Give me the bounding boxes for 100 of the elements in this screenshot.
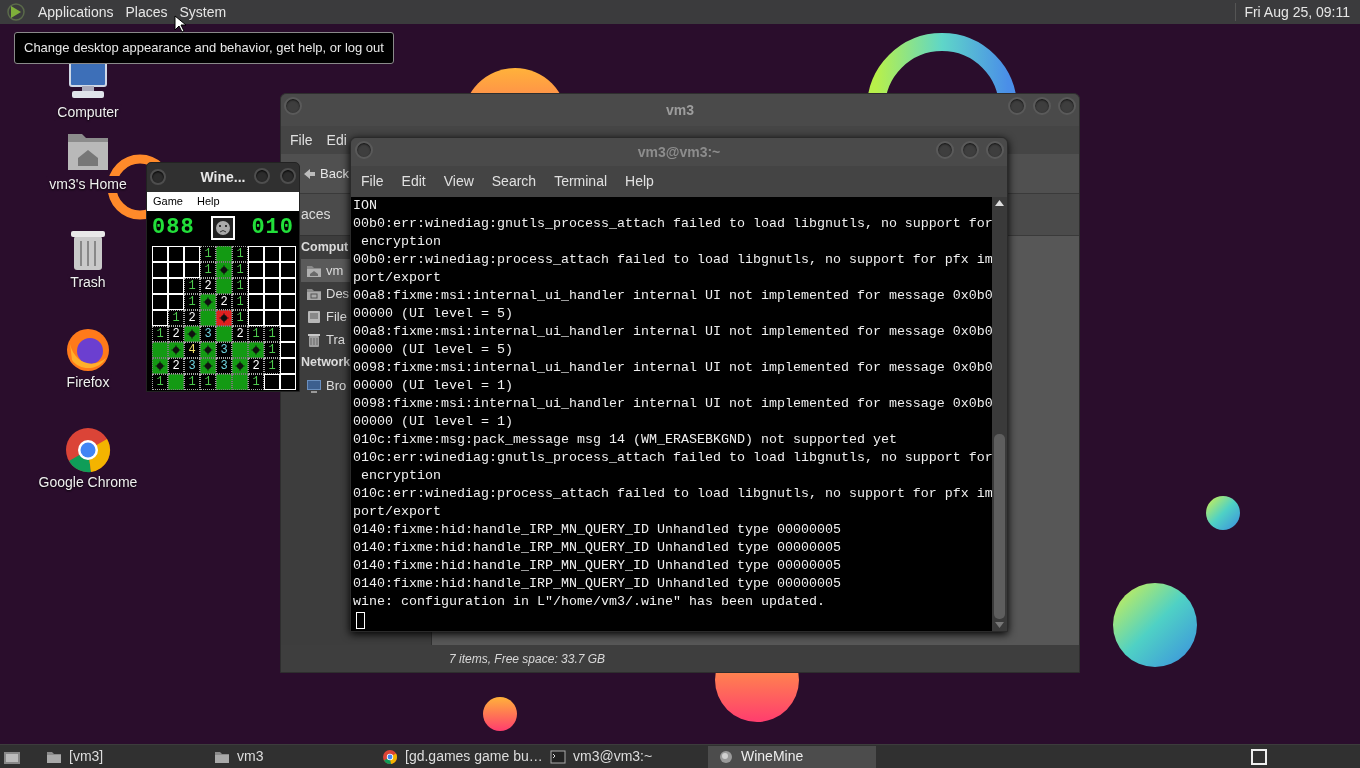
menu-item[interactable]: Edit — [397, 171, 430, 192]
covered-cell[interactable] — [264, 278, 280, 294]
number-cell: 1 — [264, 326, 280, 342]
number-cell: 1 — [264, 342, 280, 358]
covered-cell[interactable] — [152, 294, 168, 310]
panel-clock: Fri Aug 25, 09:11 — [1244, 2, 1350, 22]
menu-item[interactable]: Search — [487, 171, 541, 192]
scroll-down-arrow-icon[interactable] — [995, 622, 1004, 628]
scroll-up-arrow-icon[interactable] — [995, 200, 1004, 206]
terminal-line: 010c:err:winediag:process_attach failed to load libgnutls, no support for pfx im — [353, 485, 992, 503]
fox-globe-icon[interactable] — [64, 326, 112, 374]
covered-cell[interactable] — [152, 310, 168, 326]
covered-cell[interactable] — [152, 278, 168, 294]
terminal-line: ION — [353, 197, 378, 215]
covered-cell[interactable] — [280, 278, 296, 294]
menu-item[interactable]: Game — [153, 193, 183, 210]
scrollbar-thumb[interactable] — [994, 434, 1005, 619]
sidebar-item[interactable]: File — [301, 305, 350, 328]
covered-cell[interactable] — [152, 262, 168, 278]
number-cell: 3 — [216, 342, 232, 358]
panel-menu[interactable]: System — [175, 2, 231, 22]
sidebar-item[interactable]: Tra — [301, 328, 350, 351]
covered-cell[interactable] — [184, 262, 200, 278]
terminal-line: 0140:fixme:hid:handle_IRP_MN_QUERY_ID Unhandled type 00000005 — [353, 557, 842, 575]
terminal-line: 0098:fixme:msi:internal_ui_handler internal UI not implemented for message 0x0b0 — [353, 359, 992, 377]
browser-icon[interactable] — [64, 426, 112, 474]
covered-cell[interactable] — [280, 358, 296, 374]
menu-item[interactable]: Edi — [326, 129, 347, 151]
number-cell: 1 — [168, 310, 184, 326]
taskbar-button[interactable]: [vm3] — [36, 745, 204, 768]
covered-cell[interactable] — [248, 246, 264, 262]
covered-cell[interactable] — [248, 278, 264, 294]
covered-cell[interactable] — [264, 374, 280, 390]
scrollbar[interactable] — [992, 197, 1007, 631]
number-cell: 1 — [200, 246, 216, 262]
sidebar-section-title: Comput — [301, 239, 349, 257]
covered-cell[interactable] — [248, 262, 264, 278]
covered-cell[interactable] — [184, 246, 200, 262]
sidebar-heading[interactable]: aces — [301, 204, 331, 225]
menu-item[interactable]: Help — [196, 193, 220, 210]
covered-cell[interactable] — [280, 326, 296, 342]
terminal-line: 010c:err:winediag:gnutls_process_attach failed to load libgnutls, no support for — [353, 449, 992, 467]
timer-counter: 010 — [251, 216, 294, 240]
text-cursor — [356, 612, 365, 629]
sidebar-item[interactable]: Des — [301, 282, 350, 305]
menu-item[interactable]: Help — [621, 171, 658, 192]
covered-cell[interactable] — [264, 262, 280, 278]
number-cell: 1 — [248, 326, 264, 342]
number-cell: 2 — [184, 310, 200, 326]
terminal-line: 0140:fixme:hid:handle_IRP_MN_QUERY_ID Unhandled type 00000005 — [353, 521, 842, 539]
covered-cell[interactable] — [168, 278, 184, 294]
menu-item[interactable]: View — [439, 171, 478, 192]
panel-menu[interactable]: Applications — [34, 2, 118, 22]
number-cell: 2 — [168, 326, 184, 342]
taskbar-button[interactable]: vm3@vm3:~ — [540, 745, 708, 768]
number-cell: 1 — [232, 278, 248, 294]
menu-item[interactable]: File — [290, 129, 313, 151]
number-cell: 3 — [184, 358, 200, 374]
covered-cell[interactable] — [280, 262, 296, 278]
covered-cell[interactable] — [280, 342, 296, 358]
number-cell: 1 — [232, 262, 248, 278]
taskbar-button[interactable]: vm3 — [204, 745, 372, 768]
menu-logo-icon[interactable] — [6, 2, 26, 22]
number-cell: 1 — [232, 294, 248, 310]
workspace-icon[interactable] — [1250, 748, 1268, 765]
covered-cell[interactable] — [248, 294, 264, 310]
number-cell: 1 — [184, 374, 200, 390]
covered-cell[interactable] — [264, 310, 280, 326]
face-button[interactable] — [211, 216, 235, 240]
number-cell: 4 — [184, 342, 200, 358]
revealed-cell — [168, 374, 184, 390]
covered-cell[interactable] — [280, 246, 296, 262]
terminal-line: 00b0:err:winediag:process_attach failed to load libgnutls, no support for pfx im — [353, 251, 992, 269]
covered-cell[interactable] — [248, 310, 264, 326]
mine-counter: 088 — [152, 216, 195, 240]
terminal-line: 00a8:fixme:msi:internal_ui_handler internal UI not implemented for message 0x0b0 — [353, 323, 992, 341]
covered-cell[interactable] — [168, 294, 184, 310]
desktop-icon-label[interactable]: vm3's Home — [46, 176, 130, 193]
covered-cell[interactable] — [168, 262, 184, 278]
terminal-line: 00a8:fixme:msi:internal_ui_handler internal UI not implemented for message 0x0b0 — [353, 287, 992, 305]
terminal-line: port/export — [353, 503, 442, 521]
terminal-line: 00000 (UI level = 1) — [353, 377, 514, 395]
panel-menu[interactable]: Places — [121, 2, 172, 22]
covered-cell[interactable] — [264, 246, 280, 262]
back-button[interactable]: Back — [302, 163, 349, 184]
covered-cell[interactable] — [152, 246, 168, 262]
number-cell: 1 — [264, 358, 280, 374]
menu-item[interactable]: Terminal — [550, 171, 612, 192]
covered-cell[interactable] — [168, 246, 184, 262]
menu-item[interactable]: File — [357, 171, 388, 192]
covered-cell[interactable] — [280, 294, 296, 310]
covered-cell[interactable] — [280, 374, 296, 390]
sidebar-item[interactable]: vm — [301, 259, 350, 282]
taskbar-button[interactable]: [gd.games game bu… — [372, 745, 540, 768]
tooltip: Change desktop appearance and behavior, get help, or log out — [14, 32, 394, 64]
covered-cell[interactable] — [264, 294, 280, 310]
covered-cell[interactable] — [280, 310, 296, 326]
sidebar-item[interactable]: Bro — [301, 374, 350, 397]
drive-icon — [306, 308, 322, 325]
taskbar-button[interactable]: WineMine — [708, 745, 876, 768]
